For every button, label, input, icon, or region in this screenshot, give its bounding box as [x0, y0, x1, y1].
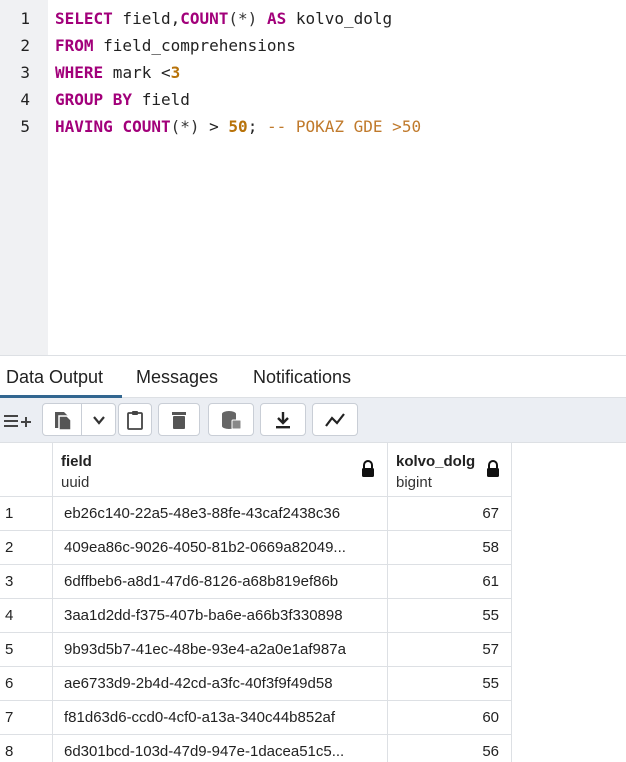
cell-field[interactable]: 9b93d5b7-41ec-48be-93e4-a2a0e1af987a	[53, 633, 388, 667]
table-row[interactable]: 5 9b93d5b7-41ec-48be-93e4-a2a0e1af987a 57	[0, 633, 512, 667]
token-text: mark <	[103, 63, 171, 82]
token-kw: GROUP BY	[55, 90, 133, 109]
code-line[interactable]: WHERE mark <3	[55, 63, 180, 82]
copy-button[interactable]	[43, 404, 83, 435]
table-row[interactable]: 7 f81d63d6-ccd0-4cf0-a13a-340c44b852af 60	[0, 701, 512, 735]
cell-field[interactable]: eb26c140-22a5-48e3-88fe-43caf2438c36	[53, 497, 388, 531]
cell-kolvo-dolg[interactable]: 67	[388, 497, 512, 531]
table-row[interactable]: 1 eb26c140-22a5-48e3-88fe-43caf2438c36 67	[0, 497, 512, 531]
column-header-kolvo-dolg[interactable]: kolvo_dolg bigint	[388, 443, 512, 497]
tab-notifications[interactable]: Notifications	[253, 367, 351, 388]
token-text: field	[132, 90, 190, 109]
token-kw: SELECT	[55, 9, 113, 28]
copy-button-group	[42, 403, 116, 436]
code-line[interactable]: HAVING COUNT(*) > 50; -- POKAZ GDE >50	[55, 117, 421, 136]
cell-kolvo-dolg[interactable]: 55	[388, 667, 512, 701]
cell-kolvo-dolg[interactable]: 61	[388, 565, 512, 599]
tab-messages[interactable]: Messages	[136, 367, 218, 388]
cell-field[interactable]: 3aa1d2dd-f375-407b-ba6e-a66b3f330898	[53, 599, 388, 633]
row-number: 8	[0, 735, 53, 762]
table-row[interactable]: 2 409ea86c-9026-4050-81b2-0669a82049... 58	[0, 531, 512, 565]
row-number: 5	[0, 633, 53, 667]
add-row-button[interactable]	[2, 407, 34, 433]
row-number: 4	[0, 599, 53, 633]
table-row[interactable]: 4 3aa1d2dd-f375-407b-ba6e-a66b3f330898 55	[0, 599, 512, 633]
delete-icon	[172, 411, 186, 429]
cell-kolvo-dolg[interactable]: 57	[388, 633, 512, 667]
line-number: 2	[20, 36, 30, 55]
column-header-field[interactable]: field uuid	[53, 443, 388, 497]
token-num: 3	[170, 63, 181, 82]
paste-button[interactable]	[118, 403, 152, 436]
token-op: (*)	[228, 9, 258, 28]
row-number: 3	[0, 565, 53, 599]
code-line[interactable]: FROM field_comprehensions	[55, 36, 296, 55]
cell-field[interactable]: 6dffbeb6-a8d1-47d6-8126-a68b819ef86b	[53, 565, 388, 599]
chevron-down-icon	[92, 415, 105, 425]
data-output-grid: field uuid kolvo_dolg bigint 1 eb26c140-2…	[0, 443, 626, 762]
cell-field[interactable]: f81d63d6-ccd0-4cf0-a13a-340c44b852af	[53, 701, 388, 735]
graph-icon	[325, 412, 345, 427]
token-fn: COUNT	[122, 117, 171, 136]
line-number: 4	[20, 90, 30, 109]
token-fn: COUNT	[180, 9, 229, 28]
row-number: 7	[0, 701, 53, 735]
table-row[interactable]: 8 6d301bcd-103d-47d9-947e-1dacea51c5... 56	[0, 735, 512, 762]
token-text: field,	[112, 9, 181, 28]
row-number: 6	[0, 667, 53, 701]
delete-button[interactable]	[158, 403, 200, 436]
column-type: bigint	[396, 474, 432, 491]
paste-icon	[127, 410, 143, 430]
add-row-icon	[4, 415, 31, 427]
line-number: 3	[20, 63, 30, 82]
token-op: (*)	[170, 117, 200, 136]
row-number-header	[0, 443, 53, 497]
token-text: >	[199, 117, 229, 136]
token-kw: HAVING	[55, 117, 113, 136]
lock-icon	[487, 460, 499, 477]
cell-kolvo-dolg[interactable]: 56	[388, 735, 512, 762]
token-cmt: -- POKAZ GDE >50	[266, 117, 422, 136]
cell-field[interactable]: 6d301bcd-103d-47d9-947e-1dacea51c5...	[53, 735, 388, 762]
column-name: kolvo_dolg	[396, 453, 476, 470]
graph-visualiser-button[interactable]	[312, 403, 358, 436]
row-number: 1	[0, 497, 53, 531]
cell-field[interactable]: ae6733d9-2b4d-42cd-a3fc-40f3f9f49d58	[53, 667, 388, 701]
result-tabs: Data Output Messages Notifications	[0, 355, 626, 398]
lock-icon	[362, 460, 374, 477]
token-text: field_comprehensions	[93, 36, 296, 55]
cell-field[interactable]: 409ea86c-9026-4050-81b2-0669a82049...	[53, 531, 388, 565]
token-text: kolvo_dolg	[286, 9, 393, 28]
table-row[interactable]: 3 6dffbeb6-a8d1-47d6-8126-a68b819ef86b 61	[0, 565, 512, 599]
column-type: uuid	[61, 474, 90, 491]
save-data-icon	[222, 410, 242, 429]
token-kw: WHERE	[55, 63, 104, 82]
code-line[interactable]: SELECT field,COUNT(*) AS kolvo_dolg	[55, 9, 392, 28]
code-line[interactable]: GROUP BY field	[55, 90, 190, 109]
tab-data-output[interactable]: Data Output	[6, 367, 103, 388]
column-name: field	[61, 453, 92, 470]
save-data-button[interactable]	[208, 403, 254, 436]
token-kw: FROM	[55, 36, 94, 55]
cell-kolvo-dolg[interactable]: 58	[388, 531, 512, 565]
result-toolbar	[0, 398, 626, 443]
line-number: 1	[20, 9, 30, 28]
token-text: ;	[247, 117, 267, 136]
sql-editor[interactable]: SELECT field,COUNT(*) AS kolvo_dolg FROM …	[0, 0, 626, 355]
download-button[interactable]	[260, 403, 306, 436]
token-num: 50	[228, 117, 248, 136]
table-row[interactable]: 6 ae6733d9-2b4d-42cd-a3fc-40f3f9f49d58 55	[0, 667, 512, 701]
line-number: 5	[20, 117, 30, 136]
download-icon	[276, 411, 290, 428]
copy-icon	[55, 411, 72, 431]
row-number: 2	[0, 531, 53, 565]
copy-options-dropdown[interactable]	[82, 404, 115, 435]
cell-kolvo-dolg[interactable]: 60	[388, 701, 512, 735]
token-kw: AS	[266, 9, 287, 28]
cell-kolvo-dolg[interactable]: 55	[388, 599, 512, 633]
